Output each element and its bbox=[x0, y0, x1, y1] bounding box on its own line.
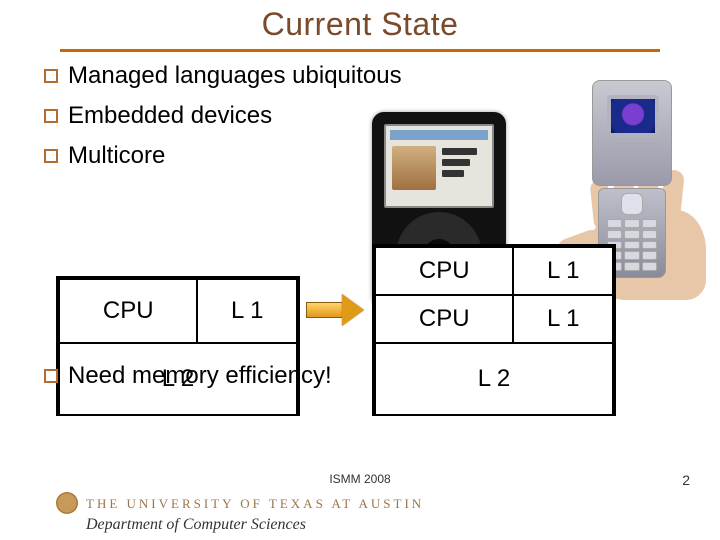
bullet-text: Managed languages ubiquitous bbox=[68, 62, 402, 90]
bullet-text: Embedded devices bbox=[68, 102, 272, 130]
bullet-marker-icon bbox=[44, 69, 58, 83]
page-number: 2 bbox=[682, 472, 690, 488]
bullet-marker-icon bbox=[44, 149, 58, 163]
title-divider bbox=[60, 49, 660, 52]
ut-seal-icon bbox=[56, 492, 78, 514]
bullet-marker-icon bbox=[44, 109, 58, 123]
single-core-diagram: CPU L 1 L 2 bbox=[56, 276, 300, 416]
university-wordmark: THE UNIVERSITY OF TEXAS AT AUSTIN bbox=[56, 494, 424, 516]
university-text: THE UNIVERSITY OF TEXAS AT AUSTIN bbox=[86, 496, 424, 511]
bullet-text: Multicore bbox=[68, 142, 165, 170]
cpu-cell: CPU bbox=[375, 247, 513, 295]
bullet-marker-icon bbox=[44, 369, 58, 383]
ipod-screen bbox=[384, 124, 494, 208]
slide-footer: ISMM 2008 2 THE UNIVERSITY OF TEXAS AT A… bbox=[0, 466, 720, 540]
multi-core-diagram: CPU L 1 CPU L 1 L 2 bbox=[372, 244, 616, 416]
venue-label: ISMM 2008 bbox=[329, 472, 390, 486]
l1-cell: L 1 bbox=[513, 247, 613, 295]
slide-title: Current State bbox=[0, 6, 720, 43]
l1-cell: L 1 bbox=[197, 279, 297, 343]
phone-lid bbox=[592, 80, 672, 186]
l2-cell: L 2 bbox=[375, 343, 613, 415]
bullet-item-need: Need memory efficiency! bbox=[44, 362, 332, 390]
bullet-text: Need memory efficiency! bbox=[68, 362, 332, 390]
slide: Current State Managed languages ubiquito… bbox=[0, 0, 720, 540]
cpu-cell: CPU bbox=[375, 295, 513, 343]
l1-cell: L 1 bbox=[513, 295, 613, 343]
cpu-cell: CPU bbox=[59, 279, 197, 343]
department-label: Department of Computer Sciences bbox=[86, 516, 306, 534]
arrow-right-icon bbox=[306, 296, 366, 324]
phone-outer-screen bbox=[607, 95, 659, 137]
